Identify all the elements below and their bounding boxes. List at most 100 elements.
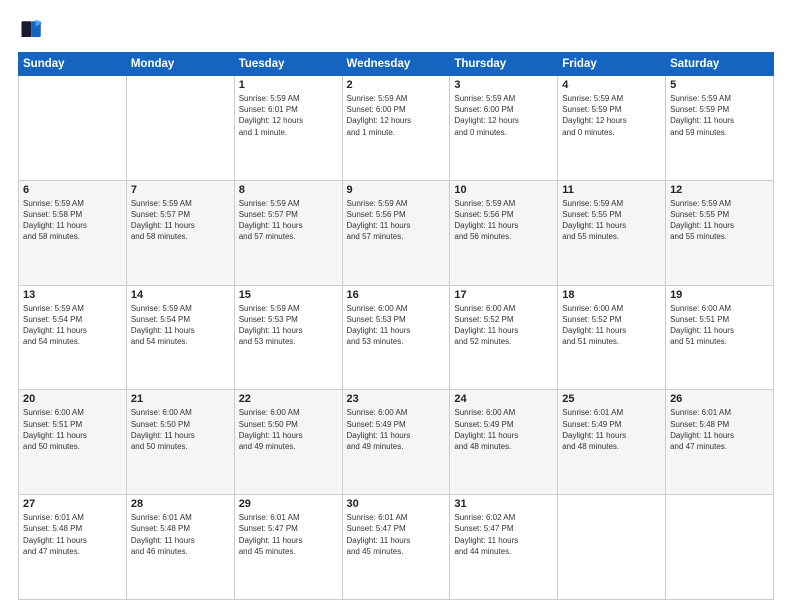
calendar-cell: 14 Sunrise: 5:59 AM Sunset: 5:54 PM Dayli… xyxy=(126,285,234,390)
header xyxy=(18,16,774,44)
cell-info: Sunrise: 5:59 AM Sunset: 5:59 PM Dayligh… xyxy=(670,93,769,138)
weekday-header: Sunday xyxy=(19,53,127,76)
day-number: 21 xyxy=(131,393,230,405)
calendar-week: 1 Sunrise: 5:59 AM Sunset: 6:01 PM Daylig… xyxy=(19,76,774,181)
day-number: 28 xyxy=(131,498,230,510)
cell-info: Sunrise: 6:00 AM Sunset: 5:52 PM Dayligh… xyxy=(454,303,553,348)
cell-info: Sunrise: 5:59 AM Sunset: 5:57 PM Dayligh… xyxy=(239,198,338,243)
calendar-cell: 20Sunrise: 6:00 AM Sunset: 5:51 PM Dayli… xyxy=(19,390,127,495)
day-number: 3 xyxy=(454,79,553,91)
cell-info: Sunrise: 6:01 AM Sunset: 5:48 PM Dayligh… xyxy=(131,512,230,557)
calendar-cell: 10Sunrise: 5:59 AM Sunset: 5:56 PM Dayli… xyxy=(450,180,558,285)
day-number: 24 xyxy=(454,393,553,405)
calendar-cell: 23 Sunrise: 6:00 AM Sunset: 5:49 PM Dayli… xyxy=(342,390,450,495)
calendar-cell xyxy=(558,495,666,600)
calendar-cell: 26Sunrise: 6:01 AM Sunset: 5:48 PM Dayli… xyxy=(666,390,774,495)
day-number: 1 xyxy=(239,79,338,91)
weekday-row: SundayMondayTuesdayWednesdayThursdayFrid… xyxy=(19,53,774,76)
day-number: 5 xyxy=(670,79,769,91)
day-number: 15 xyxy=(239,289,338,301)
calendar-cell: 9Sunrise: 5:59 AM Sunset: 5:56 PM Daylig… xyxy=(342,180,450,285)
calendar-cell: 17Sunrise: 6:00 AM Sunset: 5:52 PM Dayli… xyxy=(450,285,558,390)
cell-info: Sunrise: 5:59 AM Sunset: 5:58 PM Dayligh… xyxy=(23,198,122,243)
calendar-header: SundayMondayTuesdayWednesdayThursdayFrid… xyxy=(19,53,774,76)
logo xyxy=(18,16,50,44)
cell-info: Sunrise: 5:59 AM Sunset: 5:54 PM Dayligh… xyxy=(131,303,230,348)
day-number: 19 xyxy=(670,289,769,301)
calendar-cell: 4Sunrise: 5:59 AM Sunset: 5:59 PM Daylig… xyxy=(558,76,666,181)
calendar-cell: 29Sunrise: 6:01 AM Sunset: 5:47 PM Dayli… xyxy=(234,495,342,600)
day-number: 27 xyxy=(23,498,122,510)
calendar: SundayMondayTuesdayWednesdayThursdayFrid… xyxy=(18,52,774,600)
cell-info: Sunrise: 5:59 AM Sunset: 5:53 PM Dayligh… xyxy=(239,303,338,348)
calendar-cell: 25 Sunrise: 6:01 AM Sunset: 5:49 PM Dayli… xyxy=(558,390,666,495)
day-number: 29 xyxy=(239,498,338,510)
cell-info: Sunrise: 6:00 AM Sunset: 5:52 PM Dayligh… xyxy=(562,303,661,348)
calendar-cell: 31 Sunrise: 6:02 AM Sunset: 5:47 PM Dayli… xyxy=(450,495,558,600)
calendar-cell: 13 Sunrise: 5:59 AM Sunset: 5:54 PM Dayli… xyxy=(19,285,127,390)
logo-icon xyxy=(18,16,46,44)
page: SundayMondayTuesdayWednesdayThursdayFrid… xyxy=(0,0,792,612)
cell-info: Sunrise: 6:00 AM Sunset: 5:50 PM Dayligh… xyxy=(131,407,230,452)
calendar-cell: 1 Sunrise: 5:59 AM Sunset: 6:01 PM Daylig… xyxy=(234,76,342,181)
calendar-cell: 21 Sunrise: 6:00 AM Sunset: 5:50 PM Dayli… xyxy=(126,390,234,495)
day-number: 6 xyxy=(23,184,122,196)
cell-info: Sunrise: 5:59 AM Sunset: 6:00 PM Dayligh… xyxy=(347,93,446,138)
day-number: 18 xyxy=(562,289,661,301)
calendar-cell: 2 Sunrise: 5:59 AM Sunset: 6:00 PM Daylig… xyxy=(342,76,450,181)
day-number: 11 xyxy=(562,184,661,196)
cell-info: Sunrise: 5:59 AM Sunset: 5:57 PM Dayligh… xyxy=(131,198,230,243)
day-number: 26 xyxy=(670,393,769,405)
calendar-cell: 6 Sunrise: 5:59 AM Sunset: 5:58 PM Daylig… xyxy=(19,180,127,285)
day-number: 8 xyxy=(239,184,338,196)
cell-info: Sunrise: 6:01 AM Sunset: 5:49 PM Dayligh… xyxy=(562,407,661,452)
calendar-cell: 28 Sunrise: 6:01 AM Sunset: 5:48 PM Dayli… xyxy=(126,495,234,600)
calendar-body: 1 Sunrise: 5:59 AM Sunset: 6:01 PM Daylig… xyxy=(19,76,774,600)
cell-info: Sunrise: 6:02 AM Sunset: 5:47 PM Dayligh… xyxy=(454,512,553,557)
day-number: 25 xyxy=(562,393,661,405)
cell-info: Sunrise: 6:00 AM Sunset: 5:49 PM Dayligh… xyxy=(454,407,553,452)
cell-info: Sunrise: 6:01 AM Sunset: 5:47 PM Dayligh… xyxy=(347,512,446,557)
calendar-cell: 30 Sunrise: 6:01 AM Sunset: 5:47 PM Dayli… xyxy=(342,495,450,600)
day-number: 16 xyxy=(347,289,446,301)
cell-info: Sunrise: 6:00 AM Sunset: 5:49 PM Dayligh… xyxy=(347,407,446,452)
calendar-cell: 15 Sunrise: 5:59 AM Sunset: 5:53 PM Dayli… xyxy=(234,285,342,390)
weekday-header: Thursday xyxy=(450,53,558,76)
day-number: 2 xyxy=(347,79,446,91)
cell-info: Sunrise: 6:00 AM Sunset: 5:51 PM Dayligh… xyxy=(670,303,769,348)
calendar-week: 6 Sunrise: 5:59 AM Sunset: 5:58 PM Daylig… xyxy=(19,180,774,285)
cell-info: Sunrise: 6:00 AM Sunset: 5:50 PM Dayligh… xyxy=(239,407,338,452)
day-number: 13 xyxy=(23,289,122,301)
weekday-header: Monday xyxy=(126,53,234,76)
calendar-cell: 12Sunrise: 5:59 AM Sunset: 5:55 PM Dayli… xyxy=(666,180,774,285)
calendar-cell: 11 Sunrise: 5:59 AM Sunset: 5:55 PM Dayli… xyxy=(558,180,666,285)
calendar-cell xyxy=(666,495,774,600)
day-number: 30 xyxy=(347,498,446,510)
calendar-cell: 27Sunrise: 6:01 AM Sunset: 5:48 PM Dayli… xyxy=(19,495,127,600)
weekday-header: Tuesday xyxy=(234,53,342,76)
cell-info: Sunrise: 5:59 AM Sunset: 6:01 PM Dayligh… xyxy=(239,93,338,138)
calendar-week: 20Sunrise: 6:00 AM Sunset: 5:51 PM Dayli… xyxy=(19,390,774,495)
day-number: 12 xyxy=(670,184,769,196)
calendar-cell: 22 Sunrise: 6:00 AM Sunset: 5:50 PM Dayli… xyxy=(234,390,342,495)
day-number: 14 xyxy=(131,289,230,301)
calendar-cell: 7 Sunrise: 5:59 AM Sunset: 5:57 PM Daylig… xyxy=(126,180,234,285)
day-number: 7 xyxy=(131,184,230,196)
weekday-header: Wednesday xyxy=(342,53,450,76)
day-number: 31 xyxy=(454,498,553,510)
calendar-week: 27 Sunrise: 6:01 AM Sunset: 5:48 PM Dayli… xyxy=(19,495,774,600)
day-number: 20 xyxy=(23,393,122,405)
cell-info: Sunrise: 6:00 AM Sunset: 5:53 PM Dayligh… xyxy=(347,303,446,348)
calendar-cell: 5 Sunrise: 5:59 AM Sunset: 5:59 PM Daylig… xyxy=(666,76,774,181)
day-number: 23 xyxy=(347,393,446,405)
day-number: 22 xyxy=(239,393,338,405)
cell-info: Sunrise: 5:59 AM Sunset: 5:59 PM Dayligh… xyxy=(562,93,661,138)
cell-info: Sunrise: 5:59 AM Sunset: 5:56 PM Dayligh… xyxy=(454,198,553,243)
calendar-cell: 16 Sunrise: 6:00 AM Sunset: 5:53 PM Dayli… xyxy=(342,285,450,390)
cell-info: Sunrise: 5:59 AM Sunset: 5:56 PM Dayligh… xyxy=(347,198,446,243)
cell-info: Sunrise: 5:59 AM Sunset: 5:55 PM Dayligh… xyxy=(562,198,661,243)
calendar-cell xyxy=(126,76,234,181)
calendar-cell: 19 Sunrise: 6:00 AM Sunset: 5:51 PM Dayli… xyxy=(666,285,774,390)
cell-info: Sunrise: 5:59 AM Sunset: 5:54 PM Dayligh… xyxy=(23,303,122,348)
calendar-cell: 3Sunrise: 5:59 AM Sunset: 6:00 PM Daylig… xyxy=(450,76,558,181)
